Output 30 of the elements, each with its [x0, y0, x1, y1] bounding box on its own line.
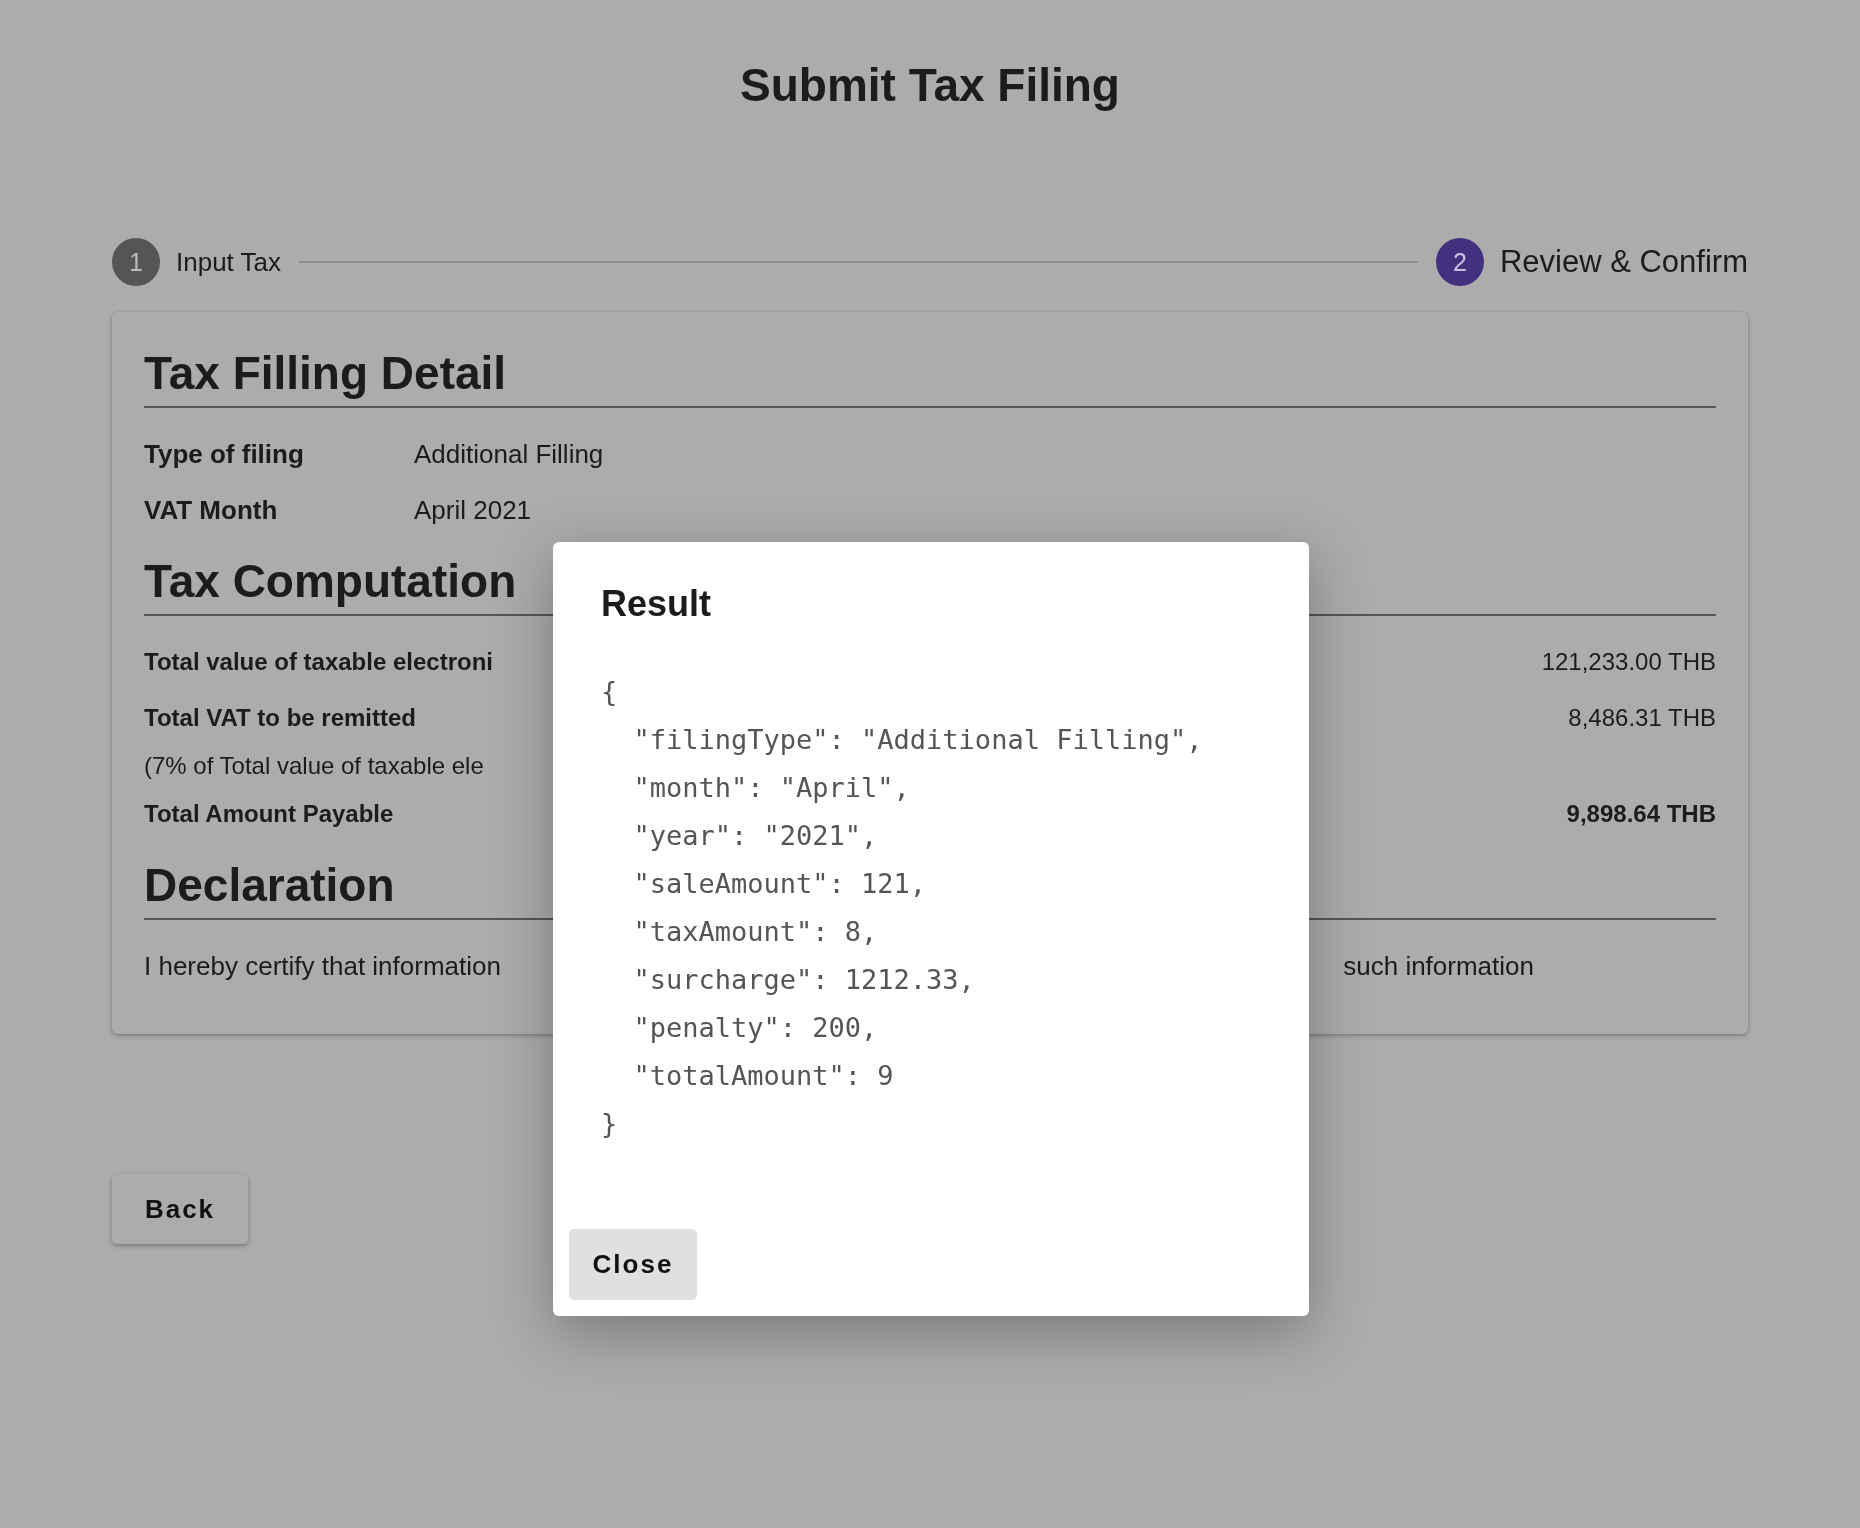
code-line: "totalAmount": 9 [632, 1059, 894, 1093]
step-label: Input Tax [176, 246, 282, 278]
amount-value: 9,898.64 THB [1566, 799, 1716, 829]
page-title: Submit Tax Filing [740, 58, 1120, 112]
field-value: Additional Filling [414, 438, 604, 471]
amount-value: 8,486.31 THB [1568, 703, 1716, 733]
code-line: "surcharge": 1212.33, [632, 963, 975, 997]
code-line: "year": "2021", [632, 819, 878, 853]
close-button[interactable]: Close [569, 1229, 697, 1300]
step-label: Review & Confirm [1499, 244, 1748, 280]
declaration-text: I hereby certify that information [144, 950, 501, 983]
code-line: { [601, 675, 618, 709]
field-label: (7% of Total value of taxable ele [144, 751, 484, 781]
field-value: April 2021 [414, 494, 532, 527]
code-line: "penalty": 200, [632, 1011, 878, 1045]
field-label: Total value of taxable electroni [144, 647, 493, 677]
field-label: VAT Month [144, 494, 279, 527]
field-label: Type of filing [144, 438, 305, 471]
step-number: 2 [1435, 238, 1484, 286]
field-label: Total Amount Payable [144, 799, 394, 829]
code-line: "saleAmount": 121, [632, 867, 927, 901]
step-number: 1 [112, 238, 160, 286]
section-heading: Tax Filling Detail [144, 340, 1716, 408]
code-line: "month": "April", [632, 771, 910, 805]
back-button[interactable]: Back [112, 1174, 248, 1244]
code-line: "filingType": "Additional Filling", [632, 723, 1203, 757]
amount-value: 121,233.00 THB [1541, 647, 1716, 677]
field-label: Total VAT to be remitted [144, 703, 416, 733]
code-line: } [601, 1107, 618, 1141]
declaration-text: such information [1343, 950, 1534, 983]
